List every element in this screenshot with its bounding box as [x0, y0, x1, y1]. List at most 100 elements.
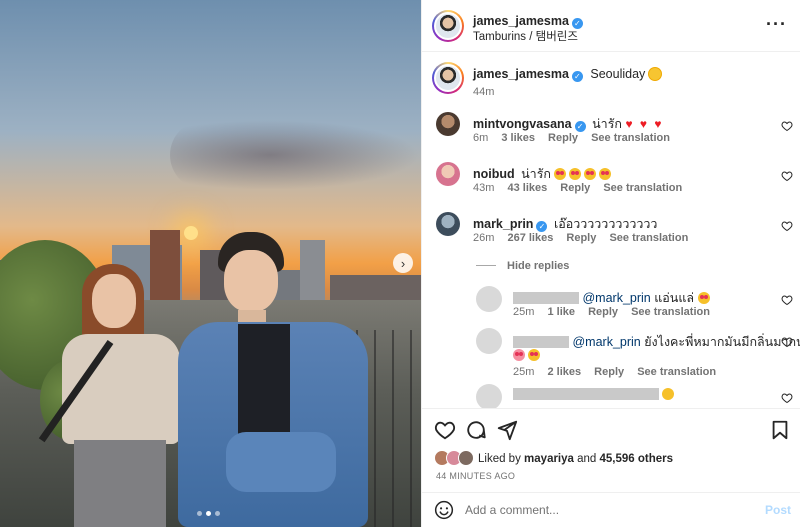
caption-username[interactable]: james_jamesma: [473, 67, 569, 81]
heart-eyes-emoji-icon: [569, 168, 582, 180]
reply-button[interactable]: Reply: [566, 232, 596, 244]
post-photo[interactable]: ›: [0, 0, 421, 527]
heart-eyes-emoji-icon: [554, 168, 567, 180]
heart-eyes-emoji-icon: [599, 168, 612, 180]
red-heart-emoji-icon: ♥ ♥ ♥: [625, 117, 664, 131]
post-panel: james_jamesma ✓ Tamburins / 탬버린즈 ··· jame…: [421, 0, 800, 527]
caption-text: Seouliday: [590, 67, 646, 81]
share-send-icon[interactable]: [496, 419, 518, 441]
reply-item: [422, 384, 800, 408]
post-comment-button[interactable]: Post: [765, 503, 791, 517]
liked-by-prefix: Liked by: [478, 453, 521, 465]
next-slide-button[interactable]: ›: [393, 253, 413, 273]
laughing-emoji-icon: [662, 388, 675, 400]
author-avatar[interactable]: [432, 10, 464, 42]
comment-time: 6m: [473, 132, 489, 144]
mention-link[interactable]: @mark_prin: [582, 291, 650, 305]
commenter-avatar[interactable]: [436, 212, 460, 236]
like-comment-heart-icon[interactable]: [781, 170, 793, 182]
divider-line: [476, 265, 496, 266]
like-comment-heart-icon[interactable]: [781, 120, 793, 132]
mention-link[interactable]: @mark_prin: [572, 335, 640, 349]
comment-likes[interactable]: 3 likes: [501, 132, 535, 144]
comment-item: mintvongvasana ✓ น่ารัก ♥ ♥ ♥ 6m 3 likes …: [422, 112, 800, 152]
post-timestamp[interactable]: 44 MINUTES AGO: [436, 471, 515, 481]
kiss-emoji-icon: [513, 349, 525, 361]
post-actions: Liked by mayariya and 45,596 others 44 M…: [422, 408, 800, 492]
comment-composer: Add a comment... Post: [422, 492, 800, 527]
like-comment-heart-icon[interactable]: [781, 336, 793, 348]
post-header: james_jamesma ✓ Tamburins / 탬버린즈 ···: [422, 0, 800, 52]
reply-time: 25m: [513, 366, 535, 378]
commenter-username[interactable]: noibud: [473, 167, 515, 181]
commenter-avatar[interactable]: [436, 162, 460, 186]
replier-avatar[interactable]: [476, 328, 502, 354]
comment-time: 26m: [473, 232, 495, 244]
location-link[interactable]: Tamburins / 탬버린즈: [473, 28, 578, 44]
reply-time: 25m: [513, 306, 535, 318]
likes-summary: Liked by mayariya and 45,596 others: [478, 453, 673, 465]
sky-clouds: [170, 120, 420, 190]
commenter-username[interactable]: mintvongvasana: [473, 117, 572, 131]
save-bookmark-icon[interactable]: [769, 419, 791, 441]
comment-item: noibud น่ารัก 43m 43 likes Reply See tra…: [422, 162, 800, 202]
see-translation-button[interactable]: See translation: [637, 366, 716, 378]
comment-time: 43m: [473, 182, 495, 194]
liker-avatar: [458, 450, 474, 466]
see-translation-button[interactable]: See translation: [631, 306, 710, 318]
commenter-username[interactable]: mark_prin: [473, 217, 533, 231]
reply-text: ยังไงคะพี่หมากมันมีกลิ่นมากนะ: [644, 335, 800, 349]
comment-text: เอ๊อวววววววววววว: [553, 217, 658, 231]
reply-likes[interactable]: 1 like: [547, 306, 575, 318]
caption-time: 44m: [473, 86, 495, 98]
liked-by-others[interactable]: 45,596 others: [600, 453, 674, 465]
emoji-picker-icon[interactable]: [434, 500, 454, 520]
comments-list[interactable]: james_jamesma ✓ Seouliday 44m mintvongvas…: [422, 52, 800, 408]
redacted-username: [513, 336, 569, 348]
comment-input[interactable]: Add a comment...: [465, 503, 559, 517]
comment-likes[interactable]: 267 likes: [507, 232, 553, 244]
hide-replies-toggle[interactable]: Hide replies: [422, 260, 800, 274]
sun-emoji-icon: [648, 68, 661, 80]
heart-eyes-emoji-icon: [584, 168, 597, 180]
see-translation-button[interactable]: See translation: [609, 232, 688, 244]
reply-button[interactable]: Reply: [560, 182, 590, 194]
hide-replies-label[interactable]: Hide replies: [507, 260, 569, 272]
more-options-icon[interactable]: ···: [766, 14, 787, 35]
verified-icon: ✓: [571, 71, 583, 82]
replier-avatar[interactable]: [476, 384, 502, 408]
verified-icon: ✓: [574, 121, 586, 132]
see-translation-button[interactable]: See translation: [603, 182, 682, 194]
like-heart-icon[interactable]: [434, 419, 456, 441]
liked-by-user[interactable]: mayariya: [524, 453, 574, 465]
redacted-username: [513, 388, 659, 400]
reply-button[interactable]: Reply: [588, 306, 618, 318]
carousel-dot-active: [206, 511, 211, 516]
heart-eyes-emoji-icon: [697, 292, 710, 304]
commenter-avatar[interactable]: [436, 112, 460, 136]
redacted-username: [513, 292, 579, 304]
see-translation-button[interactable]: See translation: [591, 132, 670, 144]
caption-row: james_jamesma ✓ Seouliday 44m: [422, 62, 800, 102]
reply-button[interactable]: Reply: [594, 366, 624, 378]
author-avatar[interactable]: [432, 62, 464, 94]
person-right: [178, 232, 378, 527]
heart-eyes-emoji-icon: [528, 349, 540, 361]
reply-button[interactable]: Reply: [548, 132, 578, 144]
like-comment-heart-icon[interactable]: [781, 294, 793, 306]
verified-icon: ✓: [536, 221, 548, 232]
author-username[interactable]: james_jamesma: [473, 14, 569, 28]
reply-item: @mark_prin ยังไงคะพี่หมากมันมีกลิ่นมากนะ…: [422, 328, 800, 384]
comment-item: mark_prin ✓ เอ๊อวววววววววววว 26m 267 like…: [422, 212, 800, 252]
comment-text: น่ารัก: [521, 167, 551, 181]
replier-avatar[interactable]: [476, 286, 502, 312]
like-comment-heart-icon[interactable]: [781, 392, 793, 404]
reply-item: @mark_prin แอ่นแล่ 25m 1 like Reply See …: [422, 286, 800, 326]
like-comment-heart-icon[interactable]: [781, 220, 793, 232]
liked-by-joiner: and: [577, 453, 597, 465]
comment-bubble-icon[interactable]: [465, 419, 487, 441]
comment-likes[interactable]: 43 likes: [507, 182, 547, 194]
carousel-dot: [215, 511, 220, 516]
reply-likes[interactable]: 2 likes: [547, 366, 581, 378]
carousel-dot: [197, 511, 202, 516]
